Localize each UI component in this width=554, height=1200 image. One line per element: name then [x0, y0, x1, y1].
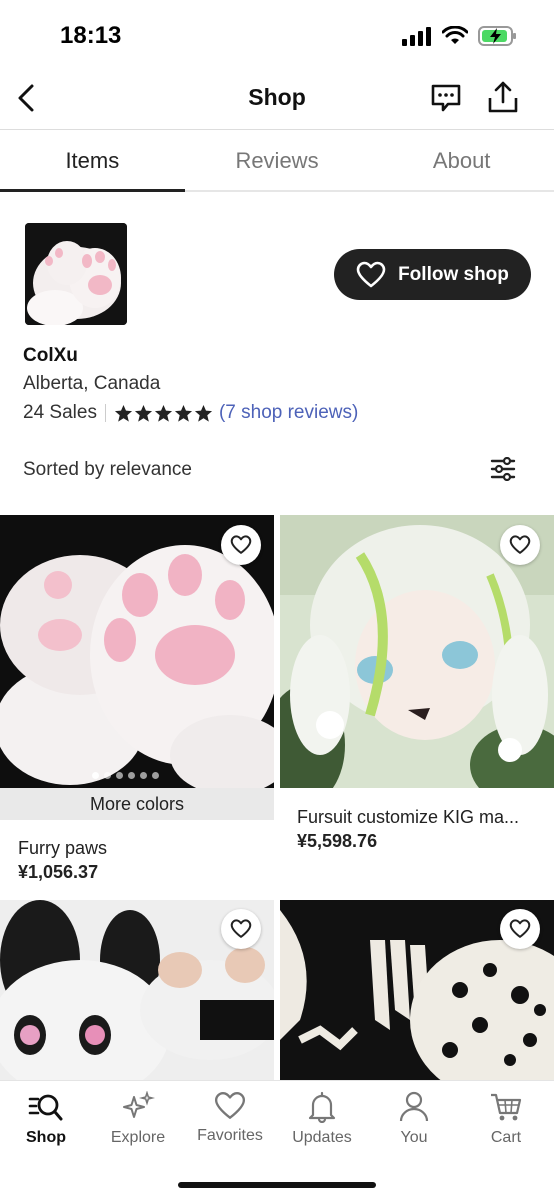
- filter-button[interactable]: [486, 452, 520, 486]
- cart-icon: [491, 1093, 522, 1121]
- nav-explore[interactable]: Explore: [92, 1091, 184, 1147]
- nav-cart[interactable]: Cart: [460, 1091, 552, 1147]
- heart-icon: [214, 1092, 246, 1119]
- favorite-button[interactable]: [221, 525, 261, 565]
- nav-label: Cart: [490, 1129, 522, 1146]
- favorite-button[interactable]: [221, 909, 261, 949]
- rating-stars: [114, 404, 213, 423]
- heart-icon: [509, 535, 531, 554]
- heart-icon: [356, 261, 386, 287]
- back-button[interactable]: [6, 78, 46, 118]
- heart-icon: [509, 919, 531, 938]
- tab-about[interactable]: About: [369, 130, 554, 190]
- shop-stats: 24 Sales (7 shop reviews): [23, 402, 358, 424]
- shop-tabs: Items Reviews About: [0, 130, 554, 192]
- star-icon: [174, 404, 193, 422]
- nav-label: Shop: [26, 1129, 66, 1146]
- heart-icon: [230, 919, 252, 938]
- carousel-dot: [116, 772, 123, 779]
- tab-reviews[interactable]: Reviews: [185, 130, 370, 190]
- chevron-left-icon: [18, 84, 34, 112]
- listing-price: ¥1,056.37: [18, 862, 99, 882]
- nav-shop[interactable]: Shop: [0, 1091, 92, 1147]
- message-shop-button[interactable]: [426, 78, 466, 118]
- listing-price: ¥5,598.76: [297, 831, 378, 851]
- carousel-dot: [128, 772, 135, 779]
- sales-count: 24 Sales: [23, 402, 97, 423]
- shop-name: ColXu: [23, 345, 78, 366]
- message-icon: [431, 84, 461, 112]
- nav-label: Favorites: [197, 1127, 263, 1144]
- carousel-dot: [140, 772, 147, 779]
- more-colors-badge: More colors: [0, 788, 274, 820]
- carousel-dot: [92, 772, 99, 779]
- wifi-icon: [442, 26, 468, 44]
- status-bar: 18:13: [0, 0, 554, 70]
- favorite-button[interactable]: [500, 525, 540, 565]
- share-button[interactable]: [482, 76, 524, 118]
- heart-icon: [230, 535, 252, 554]
- shop-location: Alberta, Canada: [23, 373, 161, 394]
- bell-icon: [308, 1091, 336, 1123]
- status-icons: [402, 25, 518, 47]
- sort-label: Sorted by relevance: [23, 459, 192, 480]
- listing-title[interactable]: Furry paws: [18, 838, 258, 859]
- nav-label: Updates: [292, 1129, 352, 1146]
- star-icon: [134, 404, 153, 422]
- star-icon: [194, 404, 213, 422]
- shop-search-icon: [28, 1094, 63, 1121]
- signal-icon: [402, 27, 431, 46]
- shop-logo-image[interactable]: [25, 223, 127, 325]
- shop-reviews-link[interactable]: (7 shop reviews): [219, 402, 358, 424]
- tab-items[interactable]: Items: [0, 130, 185, 192]
- follow-shop-button[interactable]: Follow shop: [334, 249, 531, 300]
- star-icon: [114, 404, 133, 422]
- nav-updates[interactable]: Updates: [276, 1091, 368, 1147]
- top-app-bar: Shop: [0, 70, 554, 130]
- sparkle-icon: [123, 1091, 155, 1118]
- person-icon: [399, 1091, 429, 1122]
- nav-you[interactable]: You: [368, 1091, 460, 1147]
- share-icon: [488, 81, 518, 113]
- follow-shop-label: Follow shop: [398, 263, 509, 285]
- filter-sliders-icon: [490, 457, 516, 481]
- carousel-dot: [152, 772, 159, 779]
- nav-label: You: [400, 1129, 428, 1146]
- star-icon: [154, 404, 173, 422]
- nav-label: Explore: [110, 1129, 166, 1146]
- home-indicator[interactable]: [178, 1182, 376, 1188]
- status-time: 18:13: [60, 22, 122, 49]
- page-title: Shop: [248, 84, 306, 110]
- battery-icon: [478, 26, 516, 46]
- image-carousel-dots: [92, 772, 159, 779]
- listing-title[interactable]: Fursuit customize KIG ma...: [297, 807, 542, 828]
- carousel-dot: [104, 772, 111, 779]
- stats-divider: [104, 404, 106, 422]
- favorite-button[interactable]: [500, 909, 540, 949]
- nav-favorites[interactable]: Favorites: [184, 1091, 276, 1145]
